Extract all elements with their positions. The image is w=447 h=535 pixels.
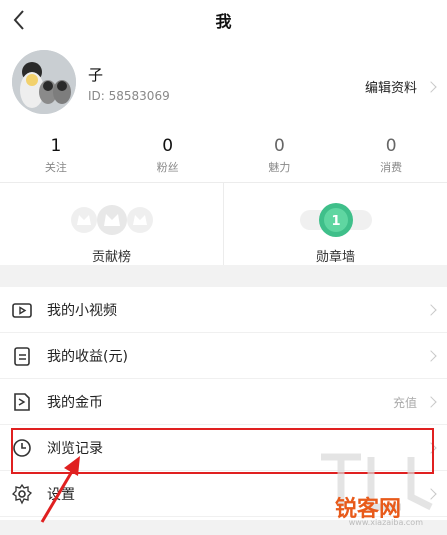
- stat-value: 1: [50, 136, 62, 156]
- top-bar: 我: [0, 0, 447, 40]
- recharge-link[interactable]: 充值: [393, 394, 417, 411]
- arrow-annotation-icon: [40, 456, 80, 523]
- stat-following[interactable]: 1 关注: [0, 136, 112, 180]
- coin-icon: [11, 391, 33, 413]
- menu-label: 我的收益(元): [47, 348, 128, 365]
- stat-label: 关注: [44, 161, 67, 174]
- stat-value: 0: [385, 136, 397, 156]
- menu-item-my-short-videos[interactable]: 我的小视频: [0, 287, 447, 333]
- badge-icon: 1: [224, 197, 447, 243]
- avatar[interactable]: [12, 50, 76, 114]
- chevron-right-icon: [425, 80, 437, 93]
- crown-icon: [0, 197, 223, 243]
- chevron-right-icon: [425, 350, 437, 362]
- stat-value: 0: [162, 136, 174, 156]
- edit-profile-button[interactable]: 编辑资料: [364, 77, 437, 96]
- stat-spending[interactable]: 0 消费: [335, 136, 447, 180]
- feature-row: 贡献榜 1 勋章墙: [0, 183, 447, 265]
- menu-item-my-coins[interactable]: 我的金币 充值: [0, 379, 447, 425]
- page-title: 我: [215, 12, 232, 31]
- watermark-domain: www.xiazaiba.com: [348, 518, 423, 527]
- badge-wall-label: 勋章墙: [315, 250, 355, 265]
- stat-label: 消费: [380, 161, 403, 174]
- video-icon: [11, 299, 33, 321]
- username: 子: [88, 66, 104, 84]
- watermark: 锐客网 www.xiazaiba.com: [301, 447, 441, 527]
- stat-charm[interactable]: 0 魅力: [224, 136, 336, 180]
- wallet-icon: [11, 345, 33, 367]
- contribution-ranking[interactable]: 贡献榜: [0, 183, 223, 265]
- gear-icon: [11, 483, 33, 505]
- stat-value: 0: [273, 136, 285, 156]
- contribution-label: 贡献榜: [91, 250, 131, 265]
- badge-wall[interactable]: 1 勋章墙: [223, 183, 447, 265]
- section-gap: [0, 265, 447, 287]
- stat-label: 魅力: [268, 161, 291, 174]
- menu-item-my-earnings[interactable]: 我的收益(元): [0, 333, 447, 379]
- stat-followers[interactable]: 0 粉丝: [112, 136, 224, 180]
- badge-count: 1: [331, 214, 340, 229]
- chevron-right-icon: [425, 396, 437, 408]
- edit-profile-label: 编辑资料: [364, 81, 417, 96]
- profile-section[interactable]: 子 ID: 58583069 编辑资料: [0, 50, 447, 122]
- stat-label: 粉丝: [156, 161, 179, 174]
- chevron-right-icon: [425, 304, 437, 316]
- user-id: ID: 58583069: [88, 89, 170, 103]
- stats-row: 1 关注 0 粉丝 0 魅力 0 消费: [0, 136, 447, 180]
- menu-label: 我的金币: [47, 394, 103, 411]
- menu-label: 我的小视频: [47, 302, 117, 319]
